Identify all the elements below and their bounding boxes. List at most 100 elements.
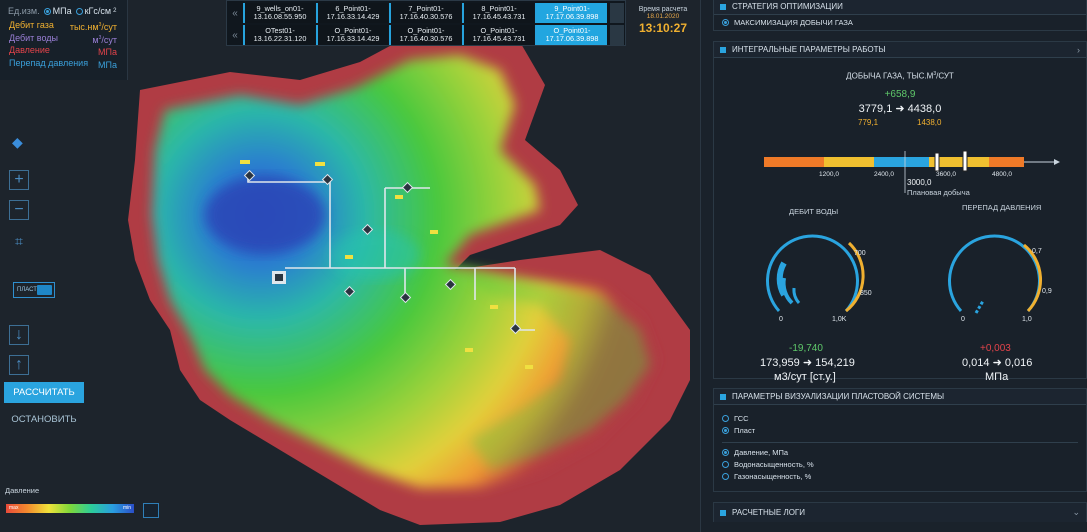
gas-title-suffix: /СУТ bbox=[936, 71, 954, 81]
vis-opt-gas[interactable]: Газонасыщенность, % bbox=[714, 472, 1086, 481]
units-header: Ед.изм. МПа кГс/см 2 bbox=[0, 0, 127, 20]
gas-b: 1438,0 bbox=[917, 118, 942, 127]
radio-on-icon bbox=[722, 427, 729, 434]
water-max: 1,0K bbox=[832, 316, 847, 323]
radio-on-icon bbox=[722, 19, 729, 26]
timeline-cell[interactable]: 9_Point01- 17.17.06.39.898 bbox=[535, 3, 607, 23]
unit-mpa-radio[interactable]: МПа bbox=[43, 6, 72, 16]
dp-change: 0,014 ➜ 0,016 bbox=[962, 356, 1032, 369]
timeline-cells-2: OTest01- 13.16.22.31.120 O_Point01- 17.16.3… bbox=[243, 25, 608, 45]
water-unit: м3/сут [ст.у.] bbox=[774, 371, 836, 383]
strategy-option[interactable]: МАКСИМИЗАЦИЯ ДОБЫЧИ ГАЗА bbox=[714, 18, 1086, 27]
plast-switch-icon bbox=[37, 285, 52, 295]
timeline-more-1[interactable] bbox=[610, 3, 624, 23]
plan-label: Плановая добыча bbox=[907, 188, 970, 197]
vis-opt-pressure-label: Давление, МПа bbox=[734, 448, 789, 457]
timeline-more-2[interactable] bbox=[610, 25, 624, 45]
timeline-row-2: « OTest01- 13.16.22.31.120 O_Point01- 17.16… bbox=[227, 24, 625, 46]
calc-clock: 13:10:27 bbox=[638, 21, 688, 35]
vis-opt-gss[interactable]: ГСС bbox=[714, 414, 1086, 423]
dp-max: 1,0 bbox=[1022, 316, 1032, 323]
timeline-cell[interactable]: O_Point01- 17.16.40.30.576 bbox=[389, 25, 461, 45]
gas-tick-3: 4800,0 bbox=[992, 171, 1012, 178]
zoom-out-icon[interactable]: − bbox=[9, 200, 29, 220]
reservoir-map[interactable]: Ед.изм. МПа кГс/см 2 Дебит газа тыс.нм3/су… bbox=[0, 0, 700, 532]
gas-a: 779,1 bbox=[858, 118, 879, 127]
plast-toggle[interactable]: ПЛАСТ bbox=[13, 282, 55, 298]
timeline-cells-1: 9_wells_on01- 13.16.08.55.950 6_Point01- 17… bbox=[243, 3, 608, 23]
dp-from: 0,014 bbox=[962, 357, 990, 369]
unit-row-unit: МПа bbox=[98, 47, 117, 57]
timeline-cell[interactable]: O_Point01- 17.17.06.39.898 bbox=[535, 25, 607, 45]
fit-view-icon[interactable]: ⌗ bbox=[9, 233, 29, 253]
unit-row: Дебит газа тыс.нм3/сут bbox=[0, 20, 127, 33]
timeline-cell[interactable]: O_Point01- 17.16.33.14.429 bbox=[316, 25, 388, 45]
units-label: Ед.изм. bbox=[8, 6, 40, 16]
dp-unit: МПа bbox=[985, 371, 1009, 383]
unit-row-unit: м3/сут bbox=[92, 34, 117, 45]
stop-button[interactable]: ОСТАНОВИТЬ bbox=[4, 410, 84, 430]
section-square-icon bbox=[720, 3, 726, 10]
compass-icon[interactable]: ◆ bbox=[12, 134, 23, 151]
timeline-cell[interactable]: 8_Point01- 17.16.45.43.731 bbox=[462, 3, 534, 23]
water-mark-a: 700 bbox=[854, 250, 866, 257]
strategy-header[interactable]: СТРАТЕГИЯ ОПТИМИЗАЦИИ bbox=[714, 0, 1086, 15]
unit-row: Давление МПа bbox=[0, 45, 127, 58]
water-min: 0 bbox=[779, 316, 783, 323]
water-gauge: 700 850 0 1,0K bbox=[766, 234, 872, 323]
section-square-icon bbox=[720, 509, 726, 516]
water-to: 154,219 bbox=[815, 357, 855, 369]
vis-header[interactable]: ПАРАМЕТРЫ ВИЗУАЛИЗАЦИИ ПЛАСТОВОЙ СИСТЕМЫ bbox=[714, 389, 1086, 405]
vis-opt-water[interactable]: Водонасыщенность, % bbox=[714, 460, 1086, 469]
vis-opt-gas-label: Газонасыщенность, % bbox=[734, 472, 812, 481]
legend-settings-button[interactable] bbox=[143, 503, 159, 518]
calculate-button[interactable]: РАССЧИТАТЬ bbox=[4, 382, 84, 403]
water-from: 173,959 bbox=[760, 357, 800, 369]
app: { "units":{"label":"Ед.изм.","opt1":"МПа… bbox=[0, 0, 1087, 532]
calc-time-label: Время расчета bbox=[638, 6, 688, 13]
water-change: 173,959 ➜ 154,219 bbox=[760, 356, 855, 369]
gas-title-text: ДОБЫЧА ГАЗА, ТЫС.М bbox=[846, 71, 934, 81]
download-icon[interactable]: ↓ bbox=[9, 325, 29, 345]
timeline-cell[interactable]: 7_Point01- 17.16.40.30.576 bbox=[389, 3, 461, 23]
units-panel: Ед.изм. МПа кГс/см 2 Дебит газа тыс.нм3/су… bbox=[0, 0, 128, 80]
vis-section: ПАРАМЕТРЫ ВИЗУАЛИЗАЦИИ ПЛАСТОВОЙ СИСТЕМЫ… bbox=[713, 388, 1087, 492]
vis-opt-pressure[interactable]: Давление, МПа bbox=[714, 448, 1086, 457]
radio-off-icon bbox=[75, 7, 83, 15]
gas-delta: +658,9 bbox=[884, 89, 916, 100]
unit-row: Перепад давления МПа bbox=[0, 58, 127, 71]
strategy-option-label: МАКСИМИЗАЦИЯ ДОБЫЧИ ГАЗА bbox=[734, 18, 853, 27]
zoom-in-icon[interactable]: + bbox=[9, 170, 29, 190]
timeline-back-icon[interactable]: « bbox=[227, 8, 243, 19]
unit-row-name: Дебит газа bbox=[9, 20, 54, 30]
logs-title: РАСЧЕТНЫЕ ЛОГИ bbox=[732, 508, 805, 517]
integral-title: ИНТЕГРАЛЬНЫЕ ПАРАМЕТРЫ РАБОТЫ bbox=[732, 45, 886, 54]
logs-header[interactable]: РАСЧЕТНЫЕ ЛОГИ ⌄ bbox=[714, 503, 1086, 522]
radio-off-icon bbox=[722, 461, 729, 468]
timeline-cell[interactable]: O_Point01- 17.16.45.43.731 bbox=[462, 25, 534, 45]
dp-delta: +0,003 bbox=[980, 343, 1011, 354]
integral-header[interactable]: ИНТЕГРАЛЬНЫЕ ПАРАМЕТРЫ РАБОТЫ › bbox=[714, 42, 1086, 58]
radio-off-icon bbox=[722, 473, 729, 480]
gas-tick-1: 2400,0 bbox=[874, 171, 894, 178]
plast-label: ПЛАСТ bbox=[17, 287, 37, 293]
timeline-back-icon[interactable]: « bbox=[227, 30, 243, 41]
plan-value: 3000,0 bbox=[907, 178, 932, 187]
gas-title: ДОБЫЧА ГАЗА, ТЫС.М3/СУТ bbox=[714, 71, 1086, 81]
calc-date: 18.01.2020 bbox=[646, 13, 680, 20]
right-panel: СТРАТЕГИЯ ОПТИМИЗАЦИИ МАКСИМИЗАЦИЯ ДОБЫЧ… bbox=[700, 0, 1087, 532]
water-title: ДЕБИТ ВОДЫ bbox=[789, 207, 839, 216]
section-square-icon bbox=[720, 393, 726, 400]
dp-title: ПЕРЕПАД ДАВЛЕНИЯ bbox=[962, 203, 1042, 212]
timeline-cell[interactable]: 9_wells_on01- 13.16.08.55.950 bbox=[243, 3, 315, 23]
radio-on-icon bbox=[722, 449, 729, 456]
timeline-cell[interactable]: OTest01- 13.16.22.31.120 bbox=[243, 25, 315, 45]
timeline-cell[interactable]: 6_Point01- 17.16.33.14.429 bbox=[316, 3, 388, 23]
gas-from: 3779,1 bbox=[858, 103, 893, 115]
unit-kgs-radio[interactable]: кГс/см 2 bbox=[75, 6, 116, 16]
legend-max: max bbox=[9, 505, 19, 511]
upload-icon[interactable]: ↑ bbox=[9, 355, 29, 375]
vis-opt-plast[interactable]: Пласт bbox=[714, 426, 1086, 435]
dp-min: 0 bbox=[961, 316, 965, 323]
strategy-section: СТРАТЕГИЯ ОПТИМИЗАЦИИ МАКСИМИЗАЦИЯ ДОБЫЧ… bbox=[713, 0, 1087, 31]
